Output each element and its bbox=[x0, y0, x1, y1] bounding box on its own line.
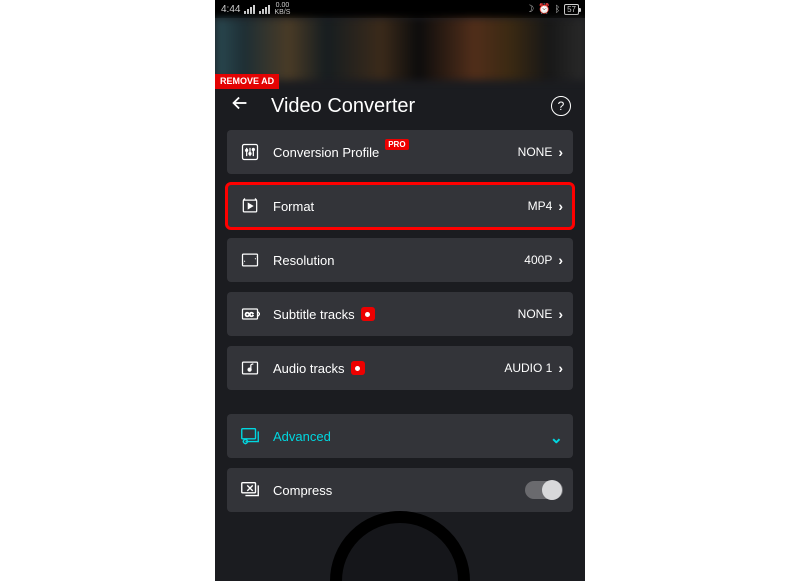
chevron-right-icon: › bbox=[558, 306, 563, 322]
moon-icon: ☽ bbox=[525, 4, 534, 15]
data-speed-icon: 0.00 KB/S bbox=[274, 2, 290, 16]
row-label: Conversion Profile PRO bbox=[273, 145, 518, 160]
cc-icon: CC bbox=[239, 303, 261, 325]
remove-ad-badge[interactable]: REMOVE AD bbox=[215, 74, 279, 89]
row-value: 400P bbox=[524, 253, 552, 267]
chevron-right-icon: › bbox=[558, 252, 563, 268]
row-advanced[interactable]: Advanced ⌄ bbox=[227, 414, 573, 458]
row-subtitle-tracks[interactable]: CC Subtitle tracks NONE › bbox=[227, 292, 573, 336]
svg-text:CC: CC bbox=[245, 313, 253, 319]
help-button[interactable]: ? bbox=[551, 96, 571, 116]
phone-frame: 4:44 0.00 KB/S ☽ ⏰ ᛒ 57 REMOVE AD Video … bbox=[215, 0, 585, 581]
row-compress[interactable]: Compress bbox=[227, 468, 573, 512]
music-icon bbox=[239, 357, 261, 379]
row-audio-tracks[interactable]: Audio tracks AUDIO 1 › bbox=[227, 346, 573, 390]
status-bar: 4:44 0.00 KB/S ☽ ⏰ ᛒ 57 bbox=[215, 0, 585, 18]
row-format[interactable]: Format MP4 › bbox=[227, 184, 573, 228]
row-resolution[interactable]: Resolution 400P › bbox=[227, 238, 573, 282]
row-value: NONE bbox=[518, 145, 553, 159]
notif-dot-icon bbox=[351, 361, 365, 375]
chevron-right-icon: › bbox=[558, 360, 563, 376]
play-file-icon bbox=[239, 195, 261, 217]
row-label: Audio tracks bbox=[273, 361, 504, 376]
status-time: 4:44 bbox=[221, 4, 240, 15]
compress-icon bbox=[239, 479, 261, 501]
bluetooth-icon: ᛒ bbox=[555, 4, 560, 14]
compress-toggle[interactable] bbox=[525, 481, 563, 499]
row-label: Format bbox=[273, 199, 528, 214]
ad-banner-blurred bbox=[215, 18, 585, 80]
battery-icon: 57 bbox=[564, 4, 579, 15]
advanced-icon bbox=[239, 425, 261, 447]
chevron-right-icon: › bbox=[558, 198, 563, 214]
alarm-icon: ⏰ bbox=[538, 4, 550, 15]
row-value: AUDIO 1 bbox=[504, 361, 552, 375]
row-conversion-profile[interactable]: Conversion Profile PRO NONE › bbox=[227, 130, 573, 174]
row-value: MP4 bbox=[528, 199, 553, 213]
row-label: Resolution bbox=[273, 253, 524, 268]
pro-badge: PRO bbox=[385, 139, 408, 150]
row-label: Compress bbox=[273, 483, 525, 498]
notif-dot-icon bbox=[361, 307, 375, 321]
chevron-down-icon: ⌄ bbox=[550, 428, 563, 448]
page-title: Video Converter bbox=[271, 95, 537, 118]
convert-dial-button[interactable] bbox=[330, 511, 470, 581]
resolution-icon bbox=[239, 249, 261, 271]
sliders-icon bbox=[239, 141, 261, 163]
chevron-right-icon: › bbox=[558, 144, 563, 160]
row-label: Subtitle tracks bbox=[273, 307, 518, 322]
signal-1-icon bbox=[244, 5, 255, 14]
signal-2-icon bbox=[259, 5, 270, 14]
row-value: NONE bbox=[518, 307, 553, 321]
back-button[interactable] bbox=[229, 92, 251, 120]
row-label: Advanced bbox=[273, 429, 550, 444]
